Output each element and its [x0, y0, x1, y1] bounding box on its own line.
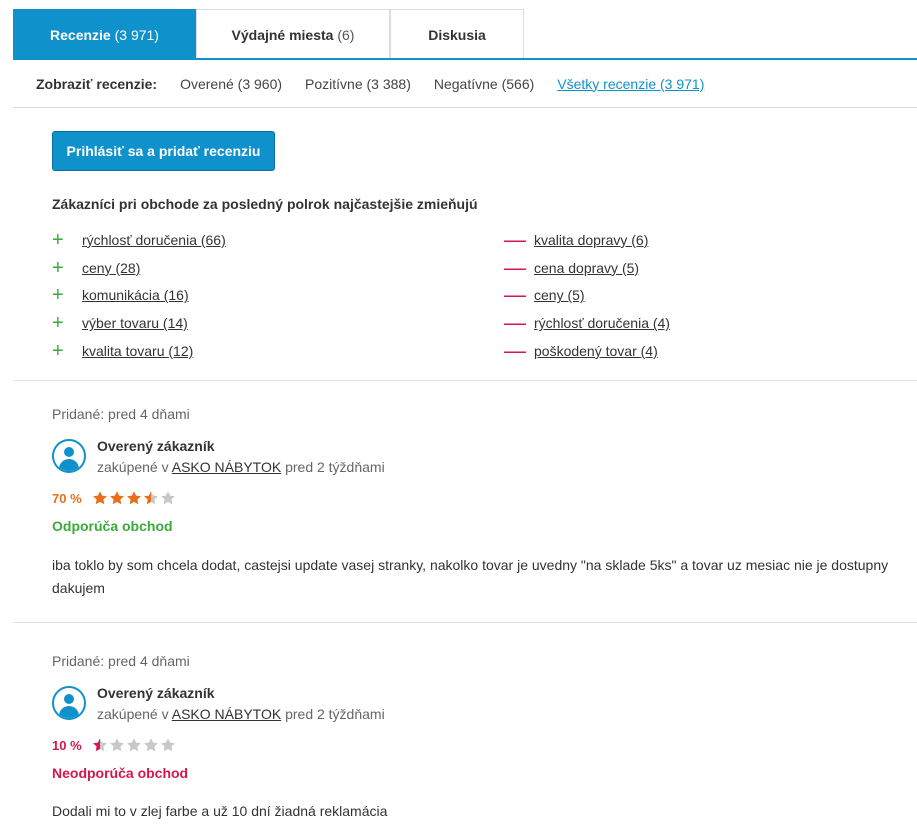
rating-stars	[92, 737, 177, 753]
review-card: Pridané: pred 4 dňami Overený zákazník z…	[52, 653, 902, 819]
tab-reviews-label: Recenzie	[50, 26, 111, 43]
mention-link[interactable]: poškodený tovar (4)	[534, 343, 658, 359]
mention-item: + ceny (28)	[52, 254, 226, 282]
filter-verified[interactable]: Overené (3 960)	[180, 76, 282, 92]
purchase-time: pred 2 týždňami	[285, 459, 385, 475]
recommendation-status: Odporúča obchod	[52, 518, 173, 534]
mention-link[interactable]: komunikácia (16)	[82, 287, 189, 303]
review-added-date: Pridané: pred 4 dňami	[52, 406, 190, 422]
plus-icon: +	[52, 284, 64, 307]
tab-reviews[interactable]: Recenzie (3 971)	[13, 9, 196, 59]
filter-positive[interactable]: Pozitívne (3 388)	[305, 76, 411, 92]
mention-link[interactable]: cena dopravy (5)	[534, 260, 639, 276]
review-card: Pridané: pred 4 dňami Overený zákazník z…	[52, 406, 902, 596]
minus-icon: —	[504, 310, 526, 336]
purchase-info: zakúpené v ASKO NÁBYTOK pred 2 týždňami	[97, 457, 385, 477]
rating-percent: 70 %	[52, 490, 82, 506]
mentions-title: Zákazníci pri obchode za posledný polrok…	[52, 196, 478, 212]
minus-icon: —	[504, 282, 526, 308]
review-tabs: Recenzie (3 971) Výdajné miesta (6) Disk…	[13, 9, 524, 59]
plus-icon: +	[52, 228, 64, 251]
review-added-date: Pridané: pred 4 dňami	[52, 653, 190, 669]
avatar-user-icon	[52, 686, 86, 720]
purchase-info: zakúpené v ASKO NÁBYTOK pred 2 týždňami	[97, 704, 385, 724]
tab-reviews-count: (3 971)	[114, 26, 159, 43]
star-icon	[144, 491, 158, 505]
minus-icon: —	[504, 337, 526, 363]
rating-percent: 10 %	[52, 737, 82, 753]
star-icon	[110, 738, 124, 752]
negative-mentions: — kvalita dopravy (6) — cena dopravy (5) —…	[504, 226, 670, 365]
plus-icon: +	[52, 256, 64, 279]
mention-item: + kvalita tovaru (12)	[52, 337, 226, 365]
review-author: Overený zákazník zakúpené v ASKO NÁBYTOK…	[52, 438, 385, 478]
purchase-time: pred 2 týždňami	[285, 706, 385, 722]
minus-icon: —	[504, 226, 526, 252]
filter-label: Zobraziť recenzie:	[36, 75, 158, 92]
author-name: Overený zákazník	[97, 438, 215, 454]
mention-link[interactable]: rýchlosť doručenia (66)	[82, 232, 226, 248]
mention-item: — ceny (5)	[504, 282, 670, 310]
tab-discussion-label: Diskusia	[428, 26, 486, 43]
star-icon	[161, 491, 175, 505]
mention-link[interactable]: kvalita dopravy (6)	[534, 232, 648, 248]
filter-negative[interactable]: Negatívne (566)	[434, 76, 534, 92]
mention-link[interactable]: ceny (5)	[534, 287, 585, 303]
star-icon	[110, 491, 124, 505]
recommendation-status: Neodporúča obchod	[52, 765, 189, 781]
shop-link[interactable]: ASKO NÁBYTOK	[172, 706, 281, 722]
filter-all-reviews[interactable]: Všetky recenzie (3 971)	[557, 76, 704, 92]
mention-link[interactable]: kvalita tovaru (12)	[82, 343, 193, 359]
review-rating: 10 %	[52, 737, 177, 753]
review-author: Overený zákazník zakúpené v ASKO NÁBYTOK…	[52, 685, 385, 725]
shop-link[interactable]: ASKO NÁBYTOK	[172, 459, 281, 475]
author-name: Overený zákazník	[97, 685, 215, 701]
star-icon	[161, 738, 175, 752]
review-rating: 70 %	[52, 490, 177, 506]
star-icon	[127, 491, 141, 505]
mention-link[interactable]: ceny (28)	[82, 260, 140, 276]
login-add-review-button[interactable]: Prihlásiť sa a pridať recenziu	[52, 131, 275, 171]
review-text: Dodali mi to v zlej farbe a už 10 dní ži…	[52, 803, 388, 819]
review-filter-bar: Zobraziť recenzie: Overené (3 960) Pozit…	[13, 60, 917, 108]
plus-icon: +	[52, 312, 64, 335]
mention-item: — kvalita dopravy (6)	[504, 226, 670, 254]
mention-link[interactable]: rýchlosť doručenia (4)	[534, 315, 670, 331]
star-icon	[93, 738, 107, 752]
tab-pickup-points-label: Výdajné miesta	[231, 26, 334, 43]
section-divider	[13, 380, 917, 381]
star-icon	[93, 491, 107, 505]
plus-icon: +	[52, 339, 64, 362]
purchase-prefix: zakúpené v	[97, 459, 169, 475]
purchase-prefix: zakúpené v	[97, 706, 169, 722]
tab-pickup-points-count: (6)	[337, 26, 355, 43]
star-icon	[144, 738, 158, 752]
star-icon	[127, 738, 141, 752]
positive-mentions: + rýchlosť doručenia (66) + ceny (28) + kom…	[52, 226, 226, 365]
mention-item: + rýchlosť doručenia (66)	[52, 226, 226, 254]
mention-item: — poškodený tovar (4)	[504, 337, 670, 365]
mention-item: + komunikácia (16)	[52, 282, 226, 310]
mention-item: — cena dopravy (5)	[504, 254, 670, 282]
minus-icon: —	[504, 254, 526, 280]
tab-pickup-points[interactable]: Výdajné miesta (6)	[196, 9, 390, 59]
mention-link[interactable]: výber tovaru (14)	[82, 315, 188, 331]
tab-discussion[interactable]: Diskusia	[390, 9, 524, 59]
mention-item: + výber tovaru (14)	[52, 309, 226, 337]
rating-stars	[92, 490, 177, 506]
avatar-user-icon	[52, 439, 86, 473]
review-text: iba toklo by som chcela dodat, castejsi …	[52, 557, 889, 596]
section-divider	[13, 622, 917, 623]
mention-item: — rýchlosť doručenia (4)	[504, 309, 670, 337]
